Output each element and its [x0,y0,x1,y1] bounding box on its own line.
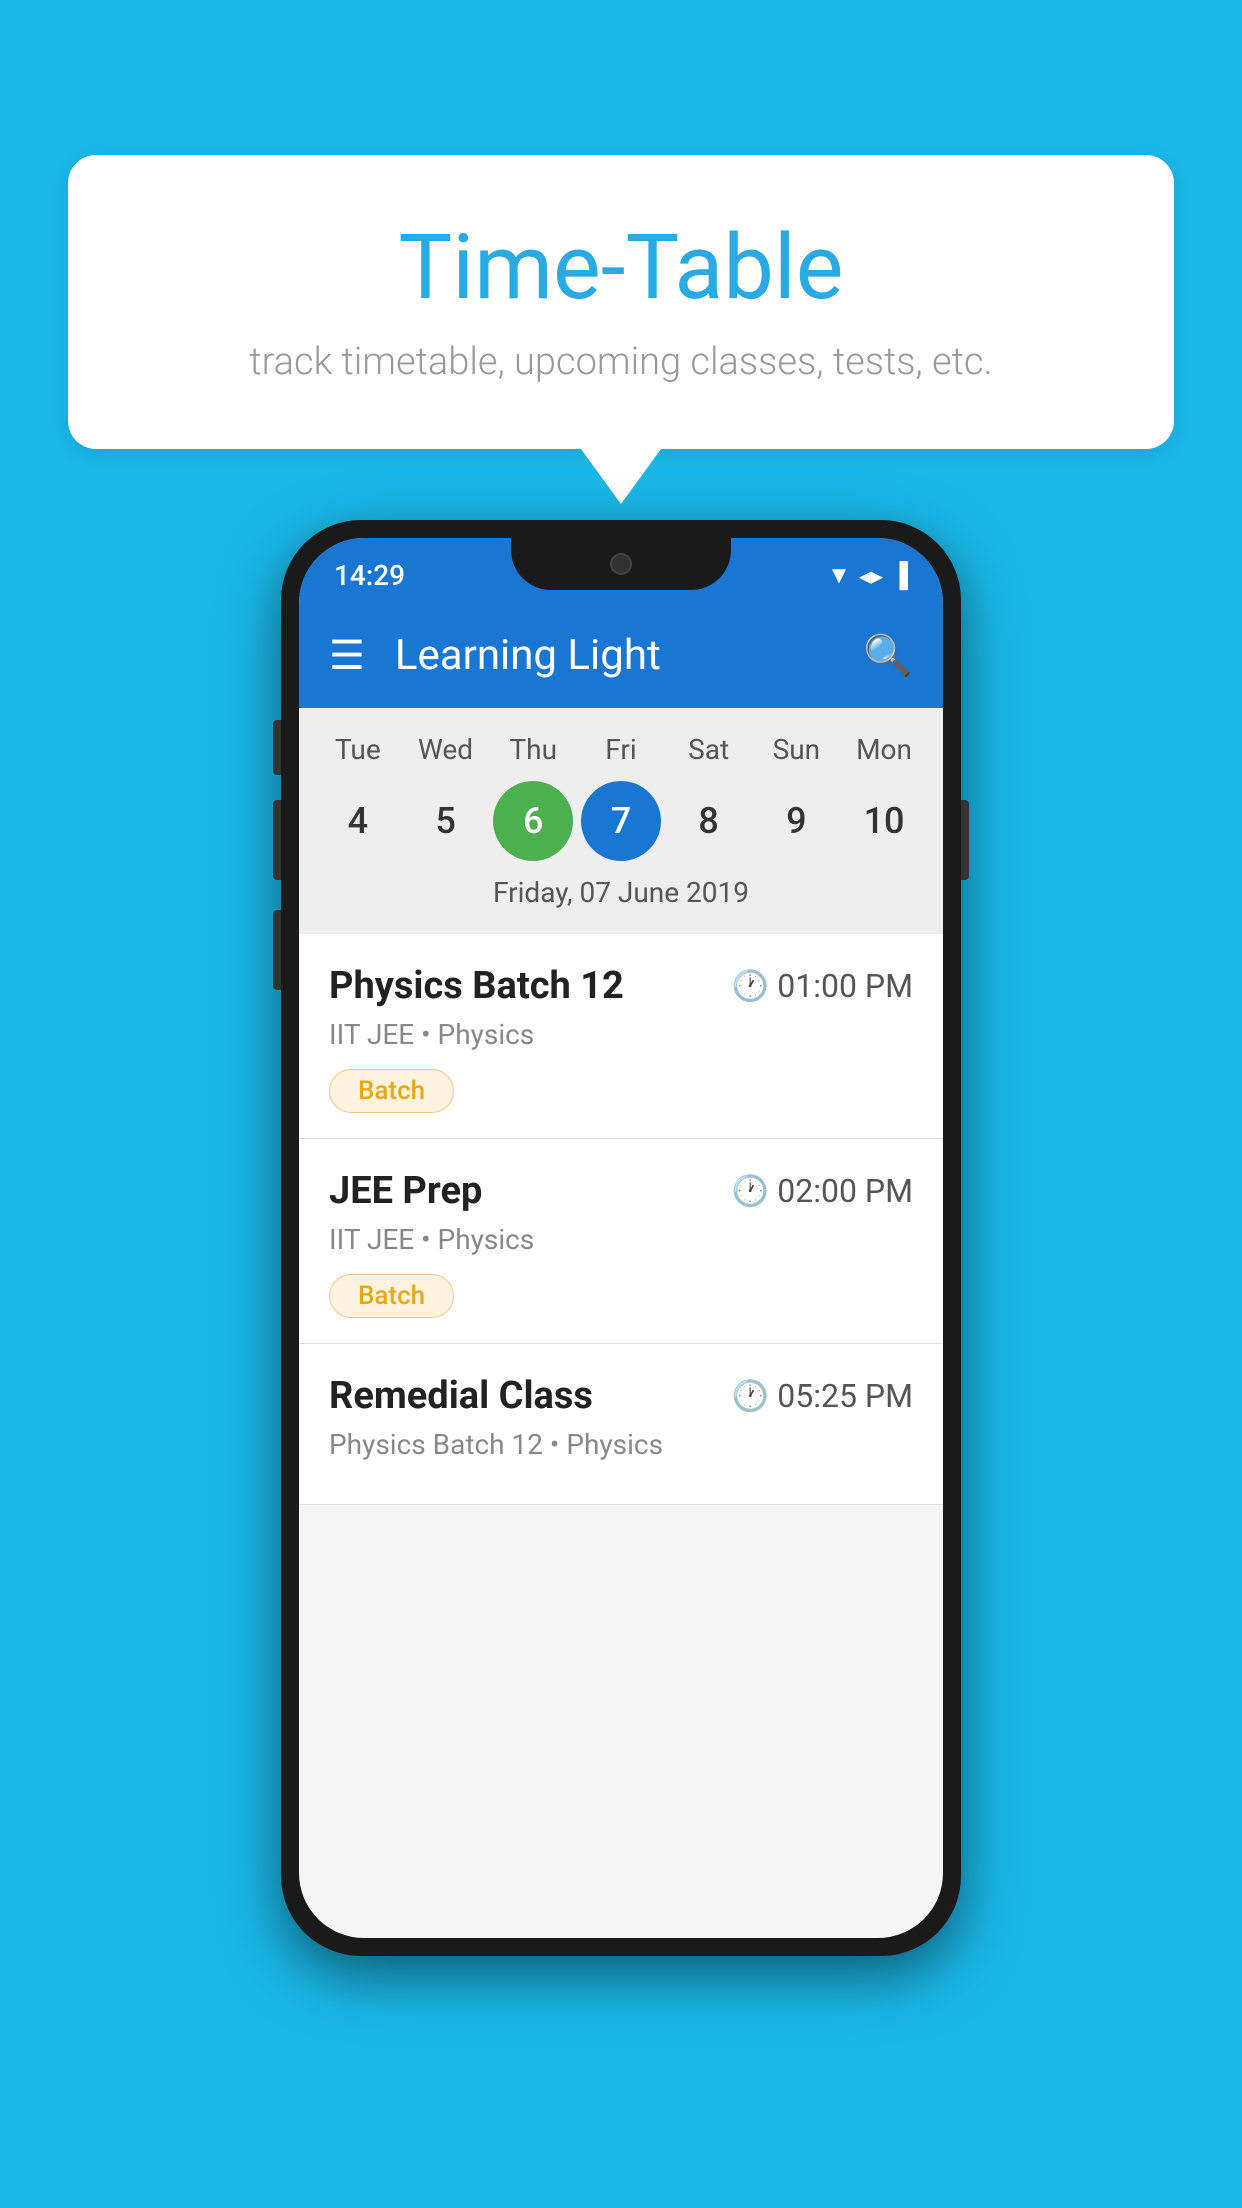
batch-badge-2[interactable]: Batch [329,1274,454,1318]
phone-mockup: 14:29 ▼ ◂▸ ▐ ☰ Learning Light 🔍 Tue Wed … [281,520,961,1956]
feature-title: Time-Table [148,215,1094,320]
schedule-item-header-3: Remedial Class 🕐 05:25 PM [329,1374,913,1418]
schedule-item-subtitle-3: Physics Batch 12 • Physics [329,1428,913,1461]
phone-outer-shell: 14:29 ▼ ◂▸ ▐ ☰ Learning Light 🔍 Tue Wed … [281,520,961,1956]
schedule-item-physics-batch[interactable]: Physics Batch 12 🕐 01:00 PM IIT JEE • Ph… [299,934,943,1139]
phone-notch [511,538,731,590]
days-header: Tue Wed Thu Fri Sat Sun Mon [314,733,928,766]
battery-icon: ▐ [891,561,908,590]
batch-badge[interactable]: Batch [329,1069,454,1113]
day-label-sun: Sun [756,733,836,766]
time-label-2: 02:00 PM [777,1172,913,1210]
schedule-item-remedial[interactable]: Remedial Class 🕐 05:25 PM Physics Batch … [299,1344,943,1505]
clock-icon-3: 🕐 [732,1379,769,1414]
status-time: 14:29 [334,559,405,592]
speech-bubble-section: Time-Table track timetable, upcoming cla… [68,155,1174,504]
time-label: 01:00 PM [777,967,913,1005]
date-cell-6-today[interactable]: 6 [493,781,573,861]
day-label-fri: Fri [581,733,661,766]
search-icon[interactable]: 🔍 [863,632,913,679]
mute-button [273,720,281,775]
date-cell-5[interactable]: 5 [406,781,486,861]
schedule-item-title-2: JEE Prep [329,1169,482,1213]
schedule-item-title-3: Remedial Class [329,1374,593,1418]
schedule-item-time-3: 🕐 05:25 PM [732,1377,913,1415]
front-camera [610,553,632,575]
schedule-item-header-2: JEE Prep 🕐 02:00 PM [329,1169,913,1213]
clock-icon: 🕐 [732,969,769,1004]
status-icons: ▼ ◂▸ ▐ [827,561,908,590]
schedule-item-subtitle-2: IIT JEE • Physics [329,1223,913,1256]
schedule-list: Physics Batch 12 🕐 01:00 PM IIT JEE • Ph… [299,934,943,1505]
schedule-item-time: 🕐 01:00 PM [732,967,913,1005]
signal-icon: ◂▸ [859,562,883,590]
calendar-section: Tue Wed Thu Fri Sat Sun Mon 4 5 6 7 8 9 … [299,708,943,934]
day-label-wed: Wed [406,733,486,766]
clock-icon-2: 🕐 [732,1174,769,1209]
speech-bubble-card: Time-Table track timetable, upcoming cla… [68,155,1174,449]
schedule-item-jee-prep[interactable]: JEE Prep 🕐 02:00 PM IIT JEE • Physics Ba… [299,1139,943,1344]
power-button [961,800,969,880]
wifi-icon: ▼ [827,561,851,590]
day-label-mon: Mon [844,733,924,766]
schedule-item-subtitle: IIT JEE • Physics [329,1018,913,1051]
date-cell-7-selected[interactable]: 7 [581,781,661,861]
phone-screen: 14:29 ▼ ◂▸ ▐ ☰ Learning Light 🔍 Tue Wed … [299,538,943,1938]
schedule-item-title: Physics Batch 12 [329,964,624,1008]
date-cell-10[interactable]: 10 [844,781,924,861]
date-cell-9[interactable]: 9 [756,781,836,861]
volume-down-button [273,910,281,990]
app-bar: ☰ Learning Light 🔍 [299,603,943,708]
day-label-thu: Thu [493,733,573,766]
selected-date-label: Friday, 07 June 2019 [314,876,928,919]
time-label-3: 05:25 PM [777,1377,913,1415]
volume-up-button [273,800,281,880]
hamburger-menu-icon[interactable]: ☰ [329,636,365,676]
feature-subtitle: track timetable, upcoming classes, tests… [148,340,1094,384]
day-label-sat: Sat [669,733,749,766]
dates-row: 4 5 6 7 8 9 10 [314,781,928,861]
day-label-tue: Tue [318,733,398,766]
app-bar-title: Learning Light [395,631,833,680]
schedule-item-time-2: 🕐 02:00 PM [732,1172,913,1210]
date-cell-8[interactable]: 8 [669,781,749,861]
date-cell-4[interactable]: 4 [318,781,398,861]
schedule-item-header: Physics Batch 12 🕐 01:00 PM [329,964,913,1008]
bubble-tail [581,449,661,504]
